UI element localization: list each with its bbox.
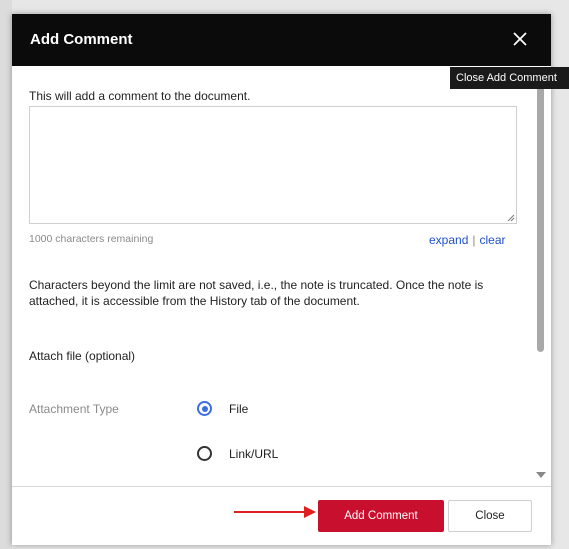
link-separator: | (472, 233, 476, 247)
attachment-type-label: Attachment Type (29, 402, 119, 416)
dialog-title: Add Comment (30, 31, 133, 48)
dialog-body: This will add a comment to the document.… (12, 66, 532, 486)
close-button[interactable]: Close (448, 500, 532, 532)
close-tooltip: Close Add Comment (450, 67, 569, 89)
add-comment-dialog: Add Comment This will add a comment to t… (12, 14, 551, 545)
close-dialog-button[interactable] (509, 28, 531, 50)
resize-grip-icon[interactable] (507, 214, 515, 222)
scrollbar-thumb[interactable] (537, 84, 544, 352)
truncation-note: Characters beyond the limit are not save… (29, 278, 484, 308)
scroll-down-arrow-icon[interactable] (536, 472, 546, 478)
characters-remaining: 1000 characters remaining (29, 233, 154, 245)
radio-link-url-label[interactable]: Link/URL (229, 447, 278, 461)
intro-text: This will add a comment to the document. (29, 89, 251, 103)
expand-link[interactable]: expand (429, 233, 468, 247)
attach-file-heading: Attach file (optional) (29, 349, 136, 363)
radio-file[interactable] (197, 401, 212, 416)
clear-link[interactable]: clear (480, 233, 506, 247)
page-backdrop (0, 0, 12, 549)
radio-link-url[interactable] (197, 446, 212, 461)
footer-divider (12, 486, 551, 487)
close-icon (513, 32, 527, 46)
add-comment-button[interactable]: Add Comment (318, 500, 444, 532)
dialog-header: Add Comment (12, 14, 551, 66)
comment-box-links: expand | clear (429, 233, 506, 247)
radio-file-label[interactable]: File (229, 402, 248, 416)
annotation-arrow-icon (234, 506, 316, 518)
comment-textarea[interactable] (29, 106, 517, 224)
